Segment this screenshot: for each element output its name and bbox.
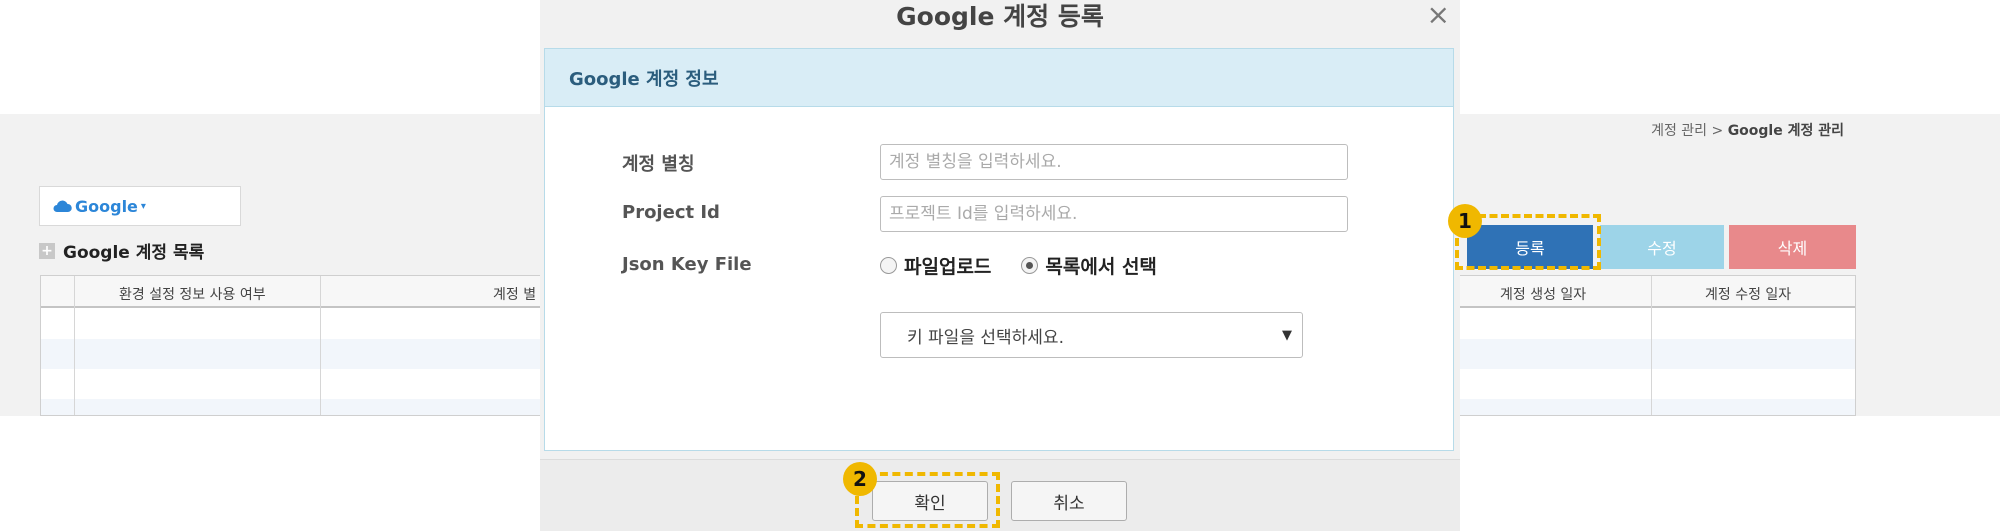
provider-select-value: Google xyxy=(75,196,138,216)
account-list-title: + Google 계정 목록 xyxy=(39,238,204,263)
radio-file-upload[interactable]: 파일업로드 xyxy=(880,252,991,279)
radio-select-from-list-label: 목록에서 선택 xyxy=(1045,256,1157,278)
column-header[interactable]: 계정 수정 일자 xyxy=(1705,284,1791,304)
alias-label: 계정 별칭 xyxy=(622,154,695,175)
json-key-label: Json Key File xyxy=(622,254,752,275)
breadcrumb: 계정 관리 > Google 계정 관리 xyxy=(1651,120,1844,140)
alias-input[interactable] xyxy=(880,144,1348,180)
radio-button-checked[interactable] xyxy=(1021,257,1039,274)
step-badge-2: 2 xyxy=(843,462,877,496)
column-divider xyxy=(1651,276,1652,415)
dropdown-arrow-icon: ▼ xyxy=(1282,327,1292,343)
step-badge-1: 1 xyxy=(1448,204,1482,238)
radio-file-upload-label: 파일업로드 xyxy=(904,256,992,278)
close-icon[interactable]: × xyxy=(1427,0,1450,30)
radio-button[interactable] xyxy=(880,257,897,274)
radio-select-from-list[interactable]: 목록에서 선택 xyxy=(1021,252,1157,279)
register-account-modal: Google 계정 등록 × Google 계정 정보 계정 별칭 Projec… xyxy=(540,0,1460,531)
column-header[interactable]: 환경 설정 정보 사용 여부 xyxy=(119,284,266,304)
breadcrumb-prefix: 계정 관리 > xyxy=(1651,123,1728,139)
project-id-label: Project Id xyxy=(622,202,720,223)
panel-title: Google 계정 정보 xyxy=(545,49,1453,107)
json-key-source-radio-group: 파일업로드 목록에서 선택 xyxy=(880,252,1187,279)
key-file-select[interactable]: 키 파일을 선택하세요. ▼ xyxy=(880,312,1303,358)
account-info-panel: Google 계정 정보 xyxy=(544,48,1454,451)
edit-button[interactable]: 수정 xyxy=(1600,225,1724,269)
chevron-down-icon: ▾ xyxy=(140,200,146,212)
cancel-button[interactable]: 취소 xyxy=(1011,481,1127,521)
breadcrumb-current: Google 계정 관리 xyxy=(1727,123,1844,139)
account-list-title-text: Google 계정 목록 xyxy=(63,243,205,263)
cloud-icon xyxy=(53,200,72,212)
plus-icon[interactable]: + xyxy=(39,242,55,259)
modal-footer xyxy=(540,459,1460,531)
delete-button[interactable]: 삭제 xyxy=(1729,225,1856,269)
column-header[interactable]: 계정 별 xyxy=(493,284,536,304)
column-divider xyxy=(320,276,321,415)
column-divider xyxy=(74,276,75,415)
modal-title: Google 계정 등록 xyxy=(896,2,1104,31)
project-id-input[interactable] xyxy=(880,196,1348,232)
provider-select[interactable]: Google ▾ xyxy=(39,186,241,226)
column-header[interactable]: 계정 생성 일자 xyxy=(1500,284,1586,304)
key-file-select-value: 키 파일을 선택하세요. xyxy=(907,327,1064,348)
